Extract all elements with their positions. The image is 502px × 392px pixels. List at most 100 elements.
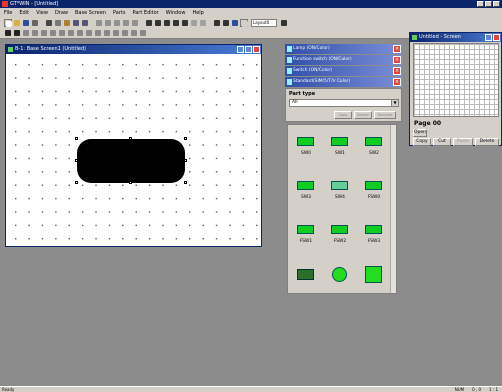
minimize-icon[interactable] bbox=[477, 1, 484, 7]
menu-window[interactable]: Window bbox=[166, 10, 186, 16]
snap-icon[interactable] bbox=[190, 19, 198, 27]
resize-handle[interactable] bbox=[75, 181, 78, 184]
tool-window-function-switch[interactable]: Function switch (ON/Color) × bbox=[285, 55, 402, 65]
close-icon[interactable]: × bbox=[393, 56, 401, 64]
cut-icon[interactable] bbox=[45, 19, 53, 27]
close-icon[interactable] bbox=[493, 34, 500, 41]
rounded-rectangle-shape[interactable] bbox=[77, 139, 185, 183]
part-type-select[interactable]: All ▼ bbox=[289, 99, 399, 107]
undo-icon[interactable] bbox=[72, 19, 80, 27]
palette-item[interactable]: SW0 bbox=[288, 129, 324, 161]
maximize-icon[interactable] bbox=[245, 46, 252, 53]
palette-item[interactable]: SW3 bbox=[288, 173, 324, 205]
chevron-down-icon[interactable]: ▼ bbox=[391, 100, 398, 106]
align-center-icon[interactable] bbox=[104, 19, 112, 27]
palette-item[interactable] bbox=[288, 261, 324, 293]
polygon-tool-icon[interactable] bbox=[76, 29, 84, 37]
palette-item[interactable]: FSW0 bbox=[356, 173, 392, 205]
rename-part-button[interactable]: Rename bbox=[374, 111, 396, 119]
text-tool-icon[interactable] bbox=[13, 29, 21, 37]
circle-tool-icon[interactable] bbox=[49, 29, 57, 37]
minimize-icon[interactable] bbox=[485, 34, 492, 41]
close-icon[interactable] bbox=[493, 1, 500, 7]
base-screen-title-bar[interactable]: B-1: Base Screen1 (Untitled) bbox=[6, 45, 261, 54]
tool-window-lamp[interactable]: Lamp (ON/Color) × bbox=[285, 44, 402, 54]
palette-item[interactable]: SW4 bbox=[322, 173, 358, 205]
delete-part-button[interactable]: Delete bbox=[354, 111, 372, 119]
palette-item[interactable]: SW1 bbox=[322, 129, 358, 161]
align-right-icon[interactable] bbox=[113, 19, 121, 27]
align-top-icon[interactable] bbox=[122, 19, 130, 27]
scale-tool-icon[interactable] bbox=[94, 29, 102, 37]
palette-item[interactable]: FSW3 bbox=[356, 217, 392, 249]
close-icon[interactable]: × bbox=[393, 67, 401, 75]
rotate-tool-icon[interactable] bbox=[103, 29, 111, 37]
resize-handle[interactable] bbox=[75, 137, 78, 140]
palette-scrollbar[interactable] bbox=[390, 125, 396, 293]
pie-tool-icon[interactable] bbox=[67, 29, 75, 37]
zoom-icon[interactable] bbox=[199, 19, 207, 27]
screen-list-title-bar[interactable]: Untitled - Screen bbox=[410, 33, 501, 42]
paste-icon[interactable] bbox=[63, 19, 71, 27]
close-icon[interactable]: × bbox=[393, 78, 401, 86]
menu-edit[interactable]: Edit bbox=[19, 10, 29, 16]
save-icon[interactable] bbox=[22, 19, 30, 27]
menu-file[interactable]: File bbox=[4, 10, 12, 16]
layer-combo[interactable]: Layout0 bbox=[251, 18, 277, 27]
menu-base-screen[interactable]: Base Screen bbox=[75, 10, 106, 16]
list-icon[interactable] bbox=[213, 19, 221, 27]
layer-dropdown-icon[interactable] bbox=[280, 19, 288, 27]
resize-handle[interactable] bbox=[184, 159, 187, 162]
paste-button[interactable]: Paste bbox=[453, 138, 473, 146]
resize-handle[interactable] bbox=[75, 159, 78, 162]
palette-item[interactable]: SW2 bbox=[356, 129, 392, 161]
palette-item[interactable]: FSW1 bbox=[288, 217, 324, 249]
close-icon[interactable]: × bbox=[393, 45, 401, 53]
ungroup-icon[interactable] bbox=[154, 19, 162, 27]
menu-view[interactable]: View bbox=[36, 10, 48, 16]
paint-tool-icon[interactable] bbox=[85, 29, 93, 37]
polyline-tool-icon[interactable] bbox=[31, 29, 39, 37]
open-folder-icon[interactable] bbox=[13, 19, 21, 27]
image-tool-icon[interactable] bbox=[121, 29, 129, 37]
menu-draw[interactable]: Draw bbox=[55, 10, 68, 16]
screen-grid[interactable] bbox=[413, 43, 499, 117]
resize-handle[interactable] bbox=[184, 181, 187, 184]
window-icon[interactable] bbox=[231, 19, 239, 27]
resize-handle[interactable] bbox=[184, 137, 187, 140]
properties-icon[interactable] bbox=[222, 19, 230, 27]
copy-icon[interactable] bbox=[54, 19, 62, 27]
flip-tool-icon[interactable] bbox=[112, 29, 120, 37]
cut-button[interactable]: Cut bbox=[433, 138, 451, 146]
back-icon[interactable] bbox=[172, 19, 180, 27]
select-tool-icon[interactable] bbox=[4, 29, 12, 37]
drawing-canvas[interactable] bbox=[6, 54, 261, 246]
tool-window-switch[interactable]: Switch (ON/Color) × bbox=[285, 66, 402, 76]
resize-handle[interactable] bbox=[129, 137, 132, 140]
grid-icon[interactable] bbox=[181, 19, 189, 27]
menu-part-editor[interactable]: Part Editor bbox=[132, 10, 158, 16]
tool-window-standard[interactable]: Standard(SIM/5/T/V Color) × bbox=[285, 77, 402, 87]
copy-part-button[interactable]: Copy bbox=[334, 111, 352, 119]
blank-icon[interactable] bbox=[240, 18, 248, 27]
rectangle-tool-icon[interactable] bbox=[40, 29, 48, 37]
palette-item[interactable] bbox=[356, 261, 392, 293]
close-icon[interactable] bbox=[253, 46, 260, 53]
delete-button[interactable]: Delete bbox=[475, 138, 499, 146]
menu-parts[interactable]: Parts bbox=[113, 10, 125, 16]
arc-tool-icon[interactable] bbox=[58, 29, 66, 37]
new-file-icon[interactable] bbox=[4, 18, 12, 27]
open-button[interactable]: Open bbox=[413, 129, 427, 137]
print-icon[interactable] bbox=[31, 19, 39, 27]
menu-help[interactable]: Help bbox=[192, 10, 203, 16]
redo-icon[interactable] bbox=[81, 19, 89, 27]
group-icon[interactable] bbox=[145, 19, 153, 27]
copy-button[interactable]: Copy bbox=[413, 138, 431, 146]
line-tool-icon[interactable] bbox=[22, 29, 30, 37]
minimize-icon[interactable] bbox=[237, 46, 244, 53]
part-tool-icon[interactable] bbox=[139, 29, 147, 37]
dxf-tool-icon[interactable] bbox=[130, 29, 138, 37]
align-bottom-icon[interactable] bbox=[131, 19, 139, 27]
resize-handle[interactable] bbox=[129, 181, 132, 184]
front-icon[interactable] bbox=[163, 19, 171, 27]
